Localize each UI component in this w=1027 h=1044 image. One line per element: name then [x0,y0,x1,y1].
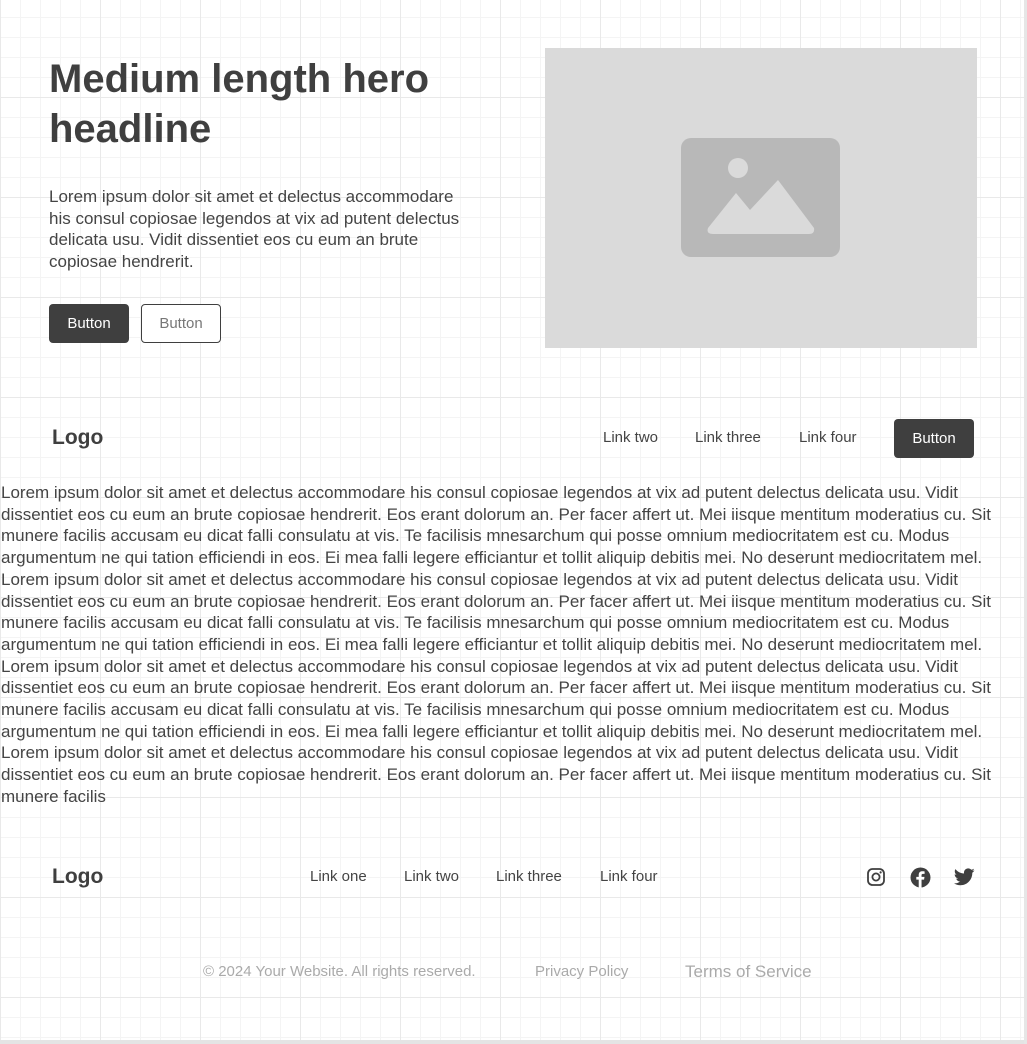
image-placeholder-icon [681,138,840,257]
nav-link-four[interactable]: Link four [799,429,857,446]
nav-link-two[interactable]: Link two [603,429,658,446]
hero-image-placeholder [545,48,977,348]
footer-link-three[interactable]: Link three [496,868,562,885]
privacy-policy-link[interactable]: Privacy Policy [535,963,628,980]
footer-link-one[interactable]: Link one [310,868,367,885]
hero-headline: Medium length hero headline [49,57,429,151]
hero-secondary-button[interactable]: Button [141,304,221,343]
footer-link-four[interactable]: Link four [600,868,658,885]
footer-logo[interactable]: Logo [52,865,103,889]
nav-link-three[interactable]: Link three [695,429,761,446]
body-paragraph: Lorem ipsum dolor sit amet et delectus a… [1,483,991,806]
facebook-icon[interactable] [909,866,931,888]
footer-link-two[interactable]: Link two [404,868,459,885]
twitter-icon[interactable] [953,866,975,888]
hero-description: Lorem ipsum dolor sit amet et delectus a… [49,187,460,272]
navbar-logo[interactable]: Logo [52,426,103,450]
navbar-button[interactable]: Button [894,419,974,458]
copyright-text: © 2024 Your Website. All rights reserved… [203,963,476,980]
bottom-border [0,1040,1027,1044]
hero-primary-button[interactable]: Button [49,304,129,343]
terms-of-service-link[interactable]: Terms of Service [685,962,812,982]
instagram-icon[interactable] [865,866,887,888]
